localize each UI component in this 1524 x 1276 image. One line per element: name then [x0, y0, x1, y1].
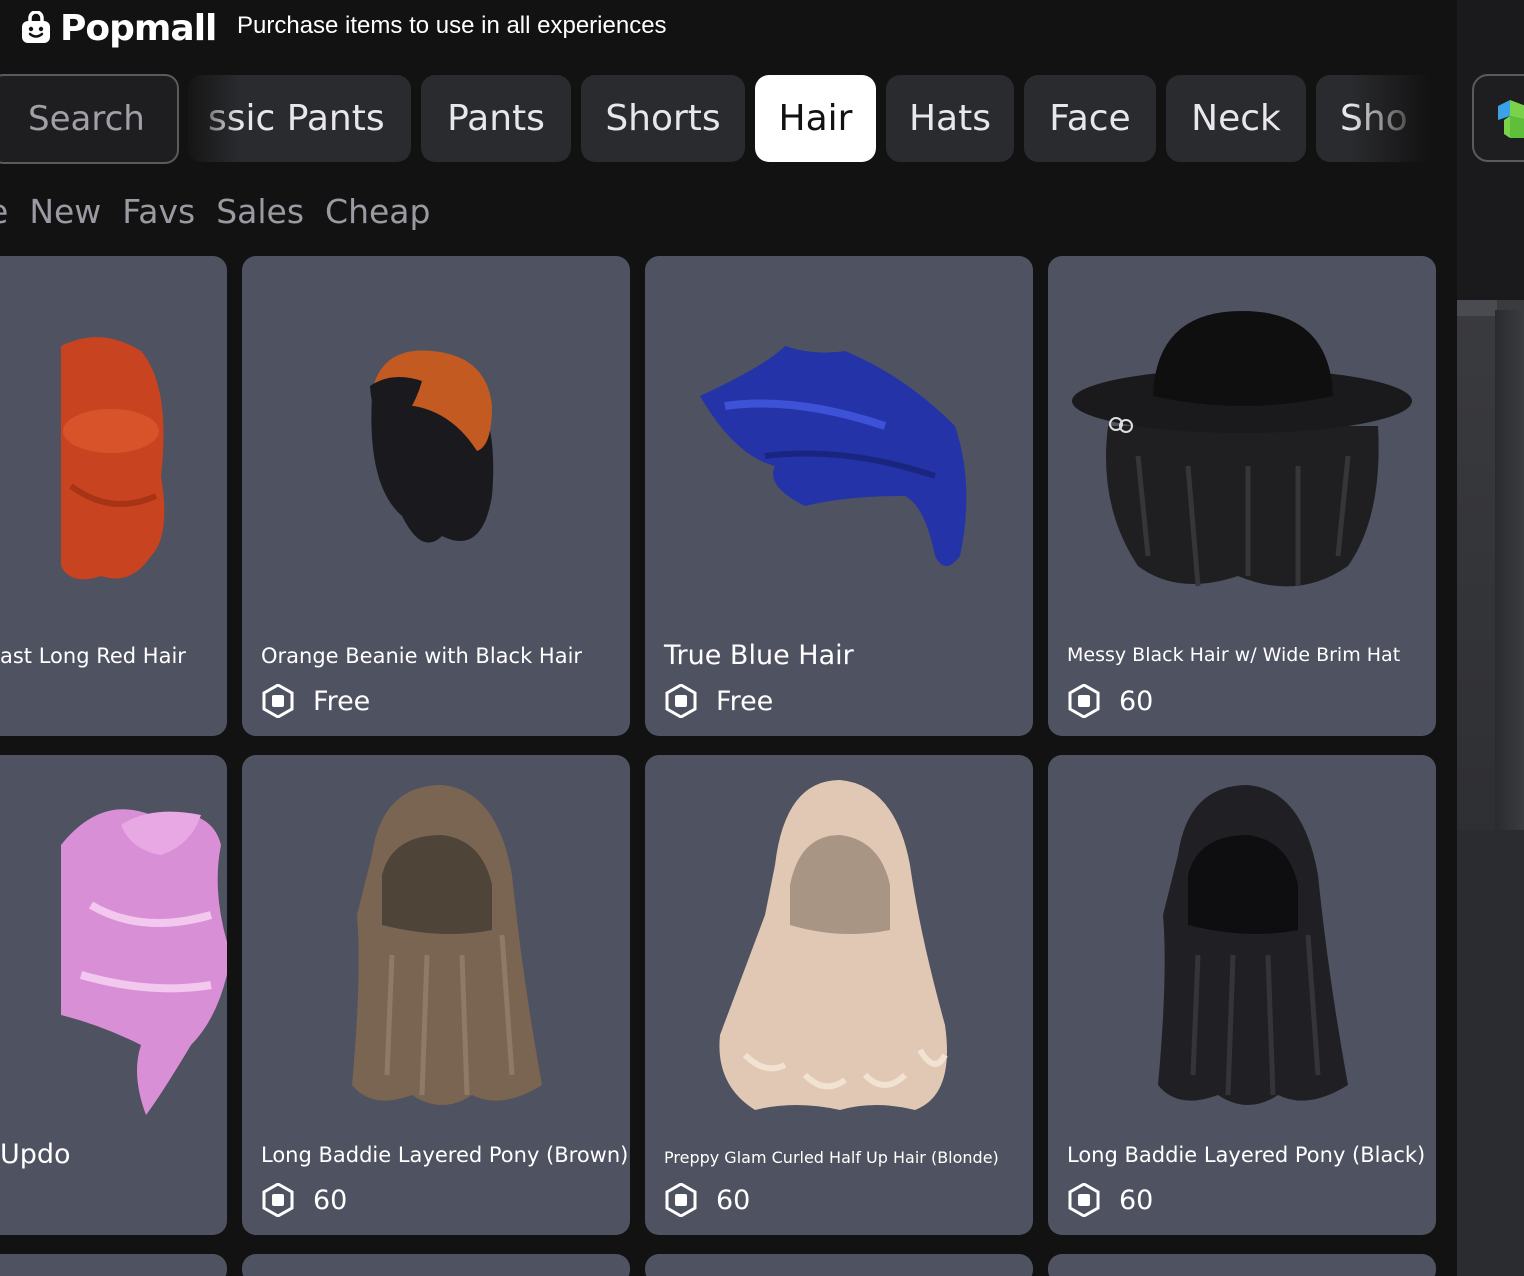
item-card[interactable]: Preppy Glam Curled Half Up Hair (Blonde)…: [645, 755, 1033, 1235]
item-thumbnail: [61, 337, 165, 580]
item-thumbnail: [719, 780, 948, 1110]
item-card[interactable]: [645, 1254, 1033, 1276]
item-card[interactable]: [1048, 1254, 1436, 1276]
item-price: 60: [261, 1182, 347, 1218]
item-name: True Blue Hair: [664, 640, 854, 671]
tab-shoulder[interactable]: Sho: [1316, 75, 1430, 162]
item-card[interactable]: Messy Black Hair w/ Wide Brim Hat 60: [1048, 256, 1436, 736]
shopping-bag-icon: [22, 11, 50, 43]
item-name: Orange Beanie with Black Hair: [261, 644, 583, 668]
tab-label: Sho: [1340, 98, 1408, 139]
item-card[interactable]: [242, 1254, 630, 1276]
item-price: 60: [1067, 683, 1153, 719]
tab-label: Hats: [908, 98, 991, 139]
robux-icon: [665, 684, 697, 718]
search-placeholder: Search: [28, 99, 145, 139]
item-price: Free: [664, 683, 773, 719]
robux-icon: [262, 684, 294, 718]
item-thumbnail: [1072, 311, 1412, 587]
tab-shorts[interactable]: Shorts: [581, 75, 745, 162]
item-card[interactable]: True Blue Hair Free: [645, 256, 1033, 736]
tab-face[interactable]: Face: [1024, 75, 1156, 162]
item-thumbnail: [700, 346, 967, 566]
robux-icon: [1068, 684, 1100, 718]
item-name: Preppy Glam Curled Half Up Hair (Blonde): [664, 1148, 999, 1167]
item-card[interactable]: Updo: [0, 755, 227, 1235]
item-name: Long Baddie Layered Pony (Black): [1067, 1143, 1426, 1167]
app-logo-text: Popmall: [60, 7, 217, 49]
sort-favs[interactable]: Favs: [122, 192, 195, 231]
app-header: Popmall: [20, 4, 217, 52]
sort-cheap[interactable]: Cheap: [325, 192, 430, 231]
tab-hats[interactable]: Hats: [886, 75, 1014, 162]
scene-ledge: [1457, 300, 1497, 316]
item-name: ast Long Red Hair: [0, 644, 186, 668]
item-thumbnail: [1158, 785, 1348, 1105]
robux-icon: [1068, 1183, 1100, 1217]
item-price-value: 60: [313, 1184, 348, 1216]
item-price: 60: [1067, 1182, 1153, 1218]
item-name: Long Baddie Layered Pony (Brown): [261, 1143, 629, 1167]
search-input[interactable]: Search: [0, 74, 179, 164]
tab-label: Shorts: [605, 98, 721, 139]
app-tagline: Purchase items to use in all experiences: [237, 12, 667, 39]
robux-icon: [665, 1183, 697, 1217]
sort-filters: e New Favs Sales Cheap: [0, 188, 451, 234]
tab-pants[interactable]: Pants: [421, 75, 571, 162]
tab-classic-pants[interactable]: ssic Pants: [188, 75, 411, 162]
item-thumbnail: [61, 809, 227, 1115]
tab-label: Face: [1049, 98, 1131, 139]
cube-icon: [1498, 100, 1524, 138]
sort-sales[interactable]: Sales: [216, 192, 304, 231]
tab-hair[interactable]: Hair: [755, 75, 876, 162]
catalog-toggle-button[interactable]: [1472, 74, 1524, 162]
sort-featured[interactable]: e: [0, 192, 8, 231]
avatar-scene-viewport: [1457, 0, 1524, 1276]
category-tabs: Search ssic Pants Pants Shorts Hair Hats…: [0, 74, 1430, 164]
item-card[interactable]: [0, 1254, 227, 1276]
item-price-value: 60: [1119, 1184, 1154, 1216]
item-name: Messy Black Hair w/ Wide Brim Hat: [1067, 644, 1401, 666]
item-card[interactable]: Long Baddie Layered Pony (Black) 60: [1048, 755, 1436, 1235]
item-card[interactable]: ast Long Red Hair: [0, 256, 227, 736]
item-price: Free: [261, 683, 370, 719]
item-card[interactable]: Long Baddie Layered Pony (Brown) 60: [242, 755, 630, 1235]
tab-label: Hair: [778, 98, 853, 139]
scene-floor: [1457, 830, 1524, 1276]
item-price-value: Free: [313, 685, 371, 717]
item-price: 60: [664, 1182, 750, 1218]
item-price-value: Free: [716, 685, 774, 717]
item-price-value: 60: [1119, 685, 1154, 717]
tab-label: Neck: [1191, 98, 1281, 139]
item-thumbnail: [352, 785, 542, 1105]
sort-new[interactable]: New: [29, 192, 101, 231]
tab-label: Pants: [447, 98, 545, 139]
scene-pillar: [1495, 310, 1524, 830]
item-price-value: 60: [716, 1184, 751, 1216]
robux-icon: [262, 1183, 294, 1217]
item-card[interactable]: Orange Beanie with Black Hair Free: [242, 256, 630, 736]
tab-label: ssic Pants: [208, 98, 385, 139]
tab-neck[interactable]: Neck: [1166, 75, 1306, 162]
item-name: Updo: [0, 1139, 71, 1170]
item-thumbnail: [370, 350, 494, 543]
